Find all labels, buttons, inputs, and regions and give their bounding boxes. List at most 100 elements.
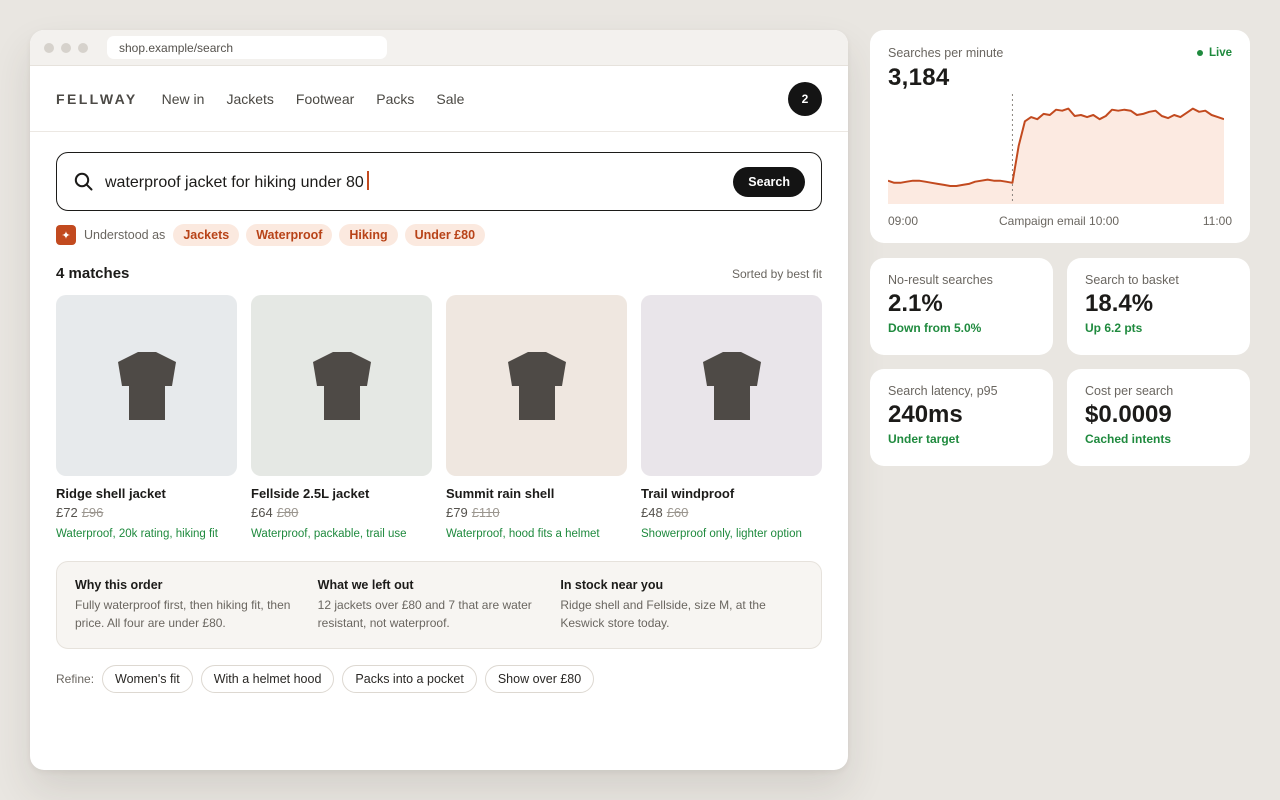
product-card[interactable]: Trail windproof £48 £60 Showerproof only,… [641, 295, 822, 540]
spm-value: 3,184 [888, 64, 950, 91]
intent-chip-hiking[interactable]: Hiking [339, 224, 398, 246]
site-nav: FELLWAY New in Jackets Footwear Packs Sa… [30, 66, 848, 132]
metric-latency: Search latency, p95 240ms Under target [870, 369, 1053, 466]
x-label-end: 11:00 [1202, 214, 1232, 228]
window-close-dot[interactable] [44, 42, 54, 53]
intent-chip-waterproof[interactable]: Waterproof [246, 224, 333, 246]
browser-window: shop.example/search FELLWAY New in Jacke… [30, 30, 848, 770]
match-reason: Waterproof, packable, trail use [251, 528, 407, 540]
results-count: 4 matches [56, 265, 130, 282]
live-indicator: Live [1196, 47, 1232, 59]
searches-per-minute-card: Searches per minute 3,184 Live 09:00 Cam… [870, 30, 1250, 243]
browser-chrome: shop.example/search [30, 30, 848, 66]
metric-no-result: No-result searches 2.1% Down from 5.0% [870, 258, 1053, 355]
chart-area-fill [888, 108, 1224, 204]
explain-why-order: Why this order Fully waterproof first, t… [75, 578, 318, 648]
metric-label: Cost per search [1085, 384, 1174, 398]
sparkle-icon: ✦ [56, 225, 76, 245]
search-button[interactable]: Search [733, 166, 805, 197]
jacket-icon [507, 351, 566, 420]
search-query: waterproof jacket for hiking under 80 [105, 174, 364, 191]
explain-in-stock: In stock near you Ridge shell and Fellsi… [560, 578, 803, 648]
metric-search-to-basket: Search to basket 18.4% Up 6.2 pts [1067, 258, 1250, 355]
product-grid: Ridge shell jacket £72 £96 Waterproof, 20… [56, 295, 822, 540]
address-bar[interactable]: shop.example/search [107, 36, 387, 59]
original-price: £110 [471, 505, 500, 520]
metric-delta: Up 6.2 pts [1085, 321, 1143, 335]
search-icon [74, 172, 93, 190]
window-minimize-dot[interactable] [61, 42, 71, 53]
search-input[interactable]: waterproof jacket for hiking under 80 [105, 171, 369, 192]
sort-label[interactable]: Sorted by best fit [732, 267, 822, 281]
site-logo[interactable]: FELLWAY [56, 91, 138, 107]
explain-body: Fully waterproof first, then hiking fit,… [75, 598, 291, 630]
metric-value: 18.4% [1085, 290, 1154, 317]
nav-link-jackets[interactable]: Jackets [226, 91, 273, 107]
product-image[interactable] [446, 295, 627, 476]
nav-link-new-in[interactable]: New in [162, 91, 205, 107]
original-price: £96 [81, 505, 104, 520]
match-reason: Waterproof, 20k rating, hiking fit [56, 528, 218, 540]
product-name[interactable]: Fellside 2.5L jacket [251, 486, 432, 501]
product-price: £48 £60 [641, 505, 822, 520]
nav-link-packs[interactable]: Packs [376, 91, 414, 107]
metric-value: 2.1% [888, 290, 943, 317]
refine-packable[interactable]: Packs into a pocket [342, 665, 477, 693]
original-price: £60 [666, 505, 689, 520]
cart-button[interactable]: 2 [788, 81, 822, 116]
jacket-icon [702, 351, 761, 420]
product-name[interactable]: Ridge shell jacket [56, 486, 237, 501]
search-results-page: waterproof jacket for hiking under 80 Se… [30, 132, 848, 693]
results-explanation: Why this order Fully waterproof first, t… [56, 561, 822, 649]
searches-chart [888, 94, 1224, 204]
metric-delta: Under target [888, 432, 960, 446]
metric-delta: Down from 5.0% [888, 321, 982, 335]
jacket-icon [312, 351, 371, 420]
live-dot-icon [1196, 50, 1203, 56]
original-price: £80 [276, 505, 299, 520]
text-caret [366, 171, 369, 190]
x-label-campaign: Campaign email 10:00 [999, 214, 1120, 228]
match-reason: Showerproof only, lighter option [641, 528, 802, 540]
product-card[interactable]: Fellside 2.5L jacket £64 £80 Waterproof, … [251, 295, 432, 540]
current-price: £64 [251, 505, 273, 520]
current-price: £48 [641, 505, 663, 520]
live-label: Live [1208, 47, 1232, 59]
product-image[interactable] [641, 295, 822, 476]
product-name[interactable]: Summit rain shell [446, 486, 627, 501]
intent-chip-jackets[interactable]: Jackets [173, 224, 240, 246]
spm-label: Searches per minute [888, 46, 1004, 60]
explain-body: 12 jackets over £80 and 7 that are water… [317, 598, 532, 630]
product-price: £79 £110 [446, 505, 627, 520]
metric-delta: Cached intents [1085, 432, 1172, 446]
refine-show-over-80[interactable]: Show over £80 [484, 665, 595, 693]
current-price: £72 [56, 505, 78, 520]
refine-womens-fit[interactable]: Women's fit [102, 665, 193, 693]
window-maximize-dot[interactable] [78, 42, 88, 53]
match-reason: Waterproof, hood fits a helmet [446, 528, 600, 540]
product-image[interactable] [56, 295, 237, 476]
nav-link-footwear[interactable]: Footwear [296, 91, 354, 107]
x-label-start: 09:00 [888, 214, 919, 228]
metric-value: 240ms [888, 401, 963, 428]
product-price: £64 £80 [251, 505, 432, 520]
current-price: £79 [446, 505, 468, 520]
product-name[interactable]: Trail windproof [641, 486, 822, 501]
explain-title: Why this order [75, 578, 163, 592]
search-bar[interactable]: waterproof jacket for hiking under 80 Se… [56, 152, 822, 211]
query-understanding: ✦ Understood as Jackets Waterproof Hikin… [56, 223, 822, 247]
refine-helmet-hood[interactable]: With a helmet hood [200, 665, 335, 693]
results-header: 4 matches Sorted by best fit [56, 265, 822, 282]
product-card[interactable]: Ridge shell jacket £72 £96 Waterproof, 20… [56, 295, 237, 540]
nav-link-sale[interactable]: Sale [436, 91, 464, 107]
product-card[interactable]: Summit rain shell £79 £110 Waterproof, ho… [446, 295, 627, 540]
metric-cost: Cost per search $0.0009 Cached intents [1067, 369, 1250, 466]
explain-body: Ridge shell and Fellside, size M, at the… [560, 598, 766, 630]
refine-label: Refine: [56, 672, 95, 686]
explain-left-out: What we left out 12 jackets over £80 and… [318, 578, 561, 648]
product-price: £72 £96 [56, 505, 237, 520]
intent-chip-price[interactable]: Under £80 [404, 224, 486, 246]
metric-label: Search latency, p95 [888, 384, 998, 398]
jacket-icon [117, 351, 176, 420]
product-image[interactable] [251, 295, 432, 476]
